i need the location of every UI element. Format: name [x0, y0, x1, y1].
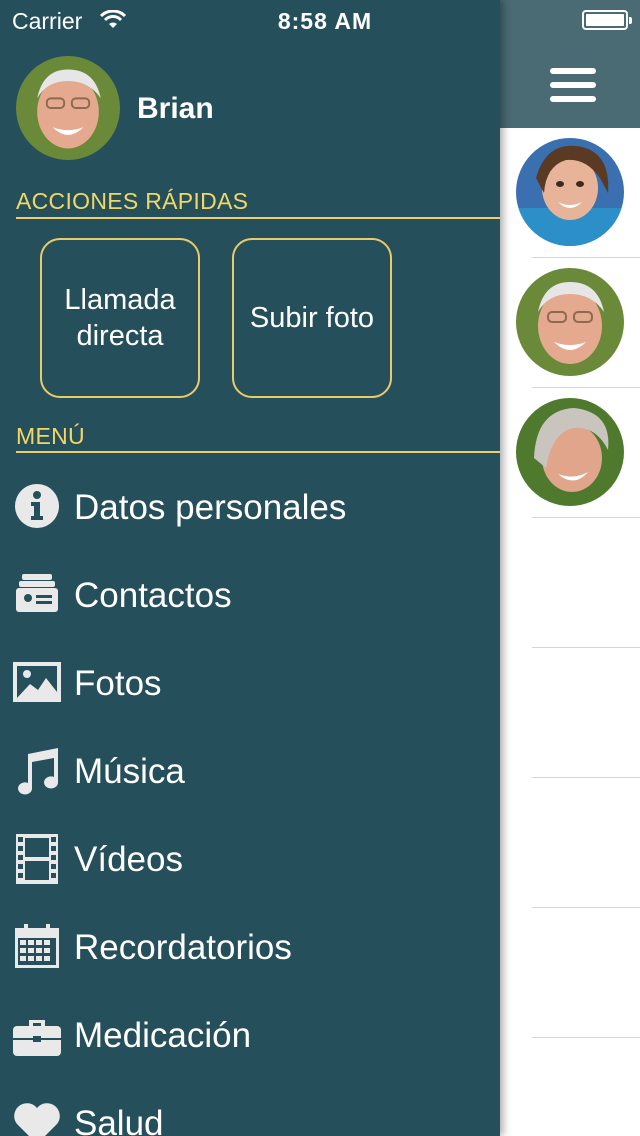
section-divider	[16, 451, 500, 453]
calendar-icon	[12, 922, 62, 972]
heart-icon	[12, 1098, 62, 1136]
menu-item-label: Medicación	[74, 1016, 252, 1055]
contact-row[interactable]	[516, 388, 640, 518]
menu-title: MENÚ	[16, 423, 85, 449]
photo-icon	[12, 658, 62, 708]
menu-item-health[interactable]: Salud	[0, 1076, 500, 1136]
avatar	[516, 138, 624, 246]
info-icon	[12, 482, 62, 532]
contact-row[interactable]	[532, 778, 640, 908]
contact-row[interactable]	[516, 128, 640, 258]
status-bar: Carrier 8:58 AM	[0, 0, 640, 40]
direct-call-label-line1: Llamada	[64, 284, 176, 316]
film-icon	[12, 834, 62, 884]
menu-item-label: Fotos	[74, 664, 162, 703]
menu-item-personal-data[interactable]: Datos personales	[0, 460, 500, 548]
contact-row[interactable]	[532, 648, 640, 778]
contact-row[interactable]	[516, 258, 640, 388]
section-divider	[16, 217, 500, 219]
menu-item-reminders[interactable]: Recordatorios	[0, 900, 500, 988]
contact-row[interactable]	[532, 908, 640, 1038]
menu-item-music[interactable]: Música	[0, 724, 500, 812]
avatar	[516, 398, 624, 506]
menu-item-medication[interactable]: Medicación	[0, 988, 500, 1076]
avatar	[516, 268, 624, 376]
music-note-icon	[12, 746, 62, 796]
menu-item-label: Datos personales	[74, 488, 347, 527]
menu-item-label: Música	[74, 752, 185, 791]
menu-item-contacts[interactable]: Contactos	[0, 548, 500, 636]
side-drawer: Brian ACCIONES RÁPIDAS Llamada directa S…	[0, 0, 500, 1136]
main-content-panel	[500, 0, 640, 1136]
contact-row[interactable]	[532, 518, 640, 648]
direct-call-label-line2: directa	[76, 320, 164, 352]
profile-avatar[interactable]	[16, 56, 120, 160]
direct-call-button[interactable]: Llamada directa	[40, 238, 200, 398]
profile-name: Brian	[137, 92, 214, 125]
clock: 8:58 AM	[277, 8, 373, 34]
quick-actions-title: ACCIONES RÁPIDAS	[16, 188, 249, 214]
upload-photo-button[interactable]: Subir foto	[232, 238, 392, 398]
hamburger-menu-icon[interactable]	[550, 68, 596, 102]
contacts-icon	[12, 570, 62, 620]
menu-item-label: Vídeos	[74, 840, 183, 879]
menu-item-videos[interactable]: Vídeos	[0, 812, 500, 900]
menu-item-label: Salud	[74, 1104, 164, 1136]
menu-item-photos[interactable]: Fotos	[0, 636, 500, 724]
menu-item-label: Recordatorios	[74, 928, 292, 967]
upload-photo-label: Subir foto	[249, 302, 375, 334]
briefcase-icon	[12, 1010, 62, 1060]
menu-item-label: Contactos	[74, 576, 232, 615]
